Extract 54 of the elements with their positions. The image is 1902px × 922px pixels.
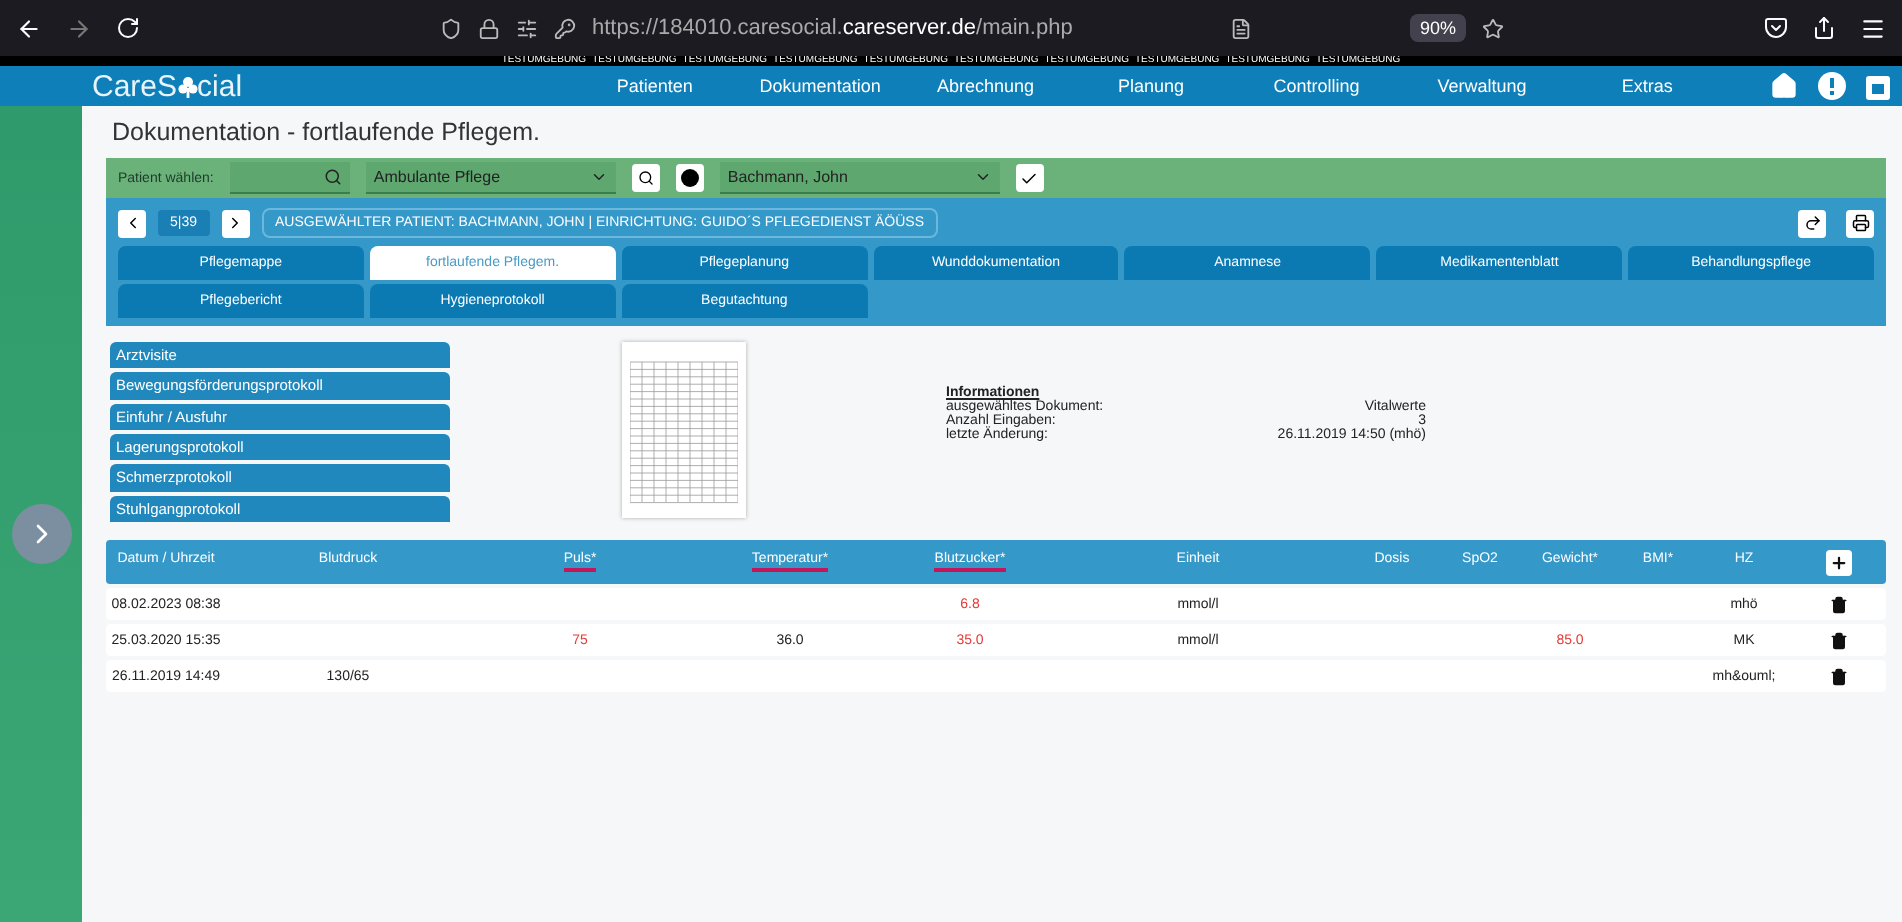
next-button[interactable] (221, 209, 249, 237)
previous-button[interactable] (118, 209, 146, 237)
trash-icon (1829, 667, 1847, 685)
patient-search-field[interactable] (229, 162, 350, 194)
printer-icon (1851, 214, 1869, 232)
share-icon[interactable] (1812, 16, 1836, 40)
delete-button[interactable] (1825, 627, 1851, 653)
redo-icon (1803, 214, 1821, 232)
nav-item[interactable]: Dokumentation (737, 76, 903, 96)
nav-item[interactable]: Patienten (572, 76, 738, 96)
logo-text: cial (197, 69, 243, 103)
add-button[interactable] (1825, 549, 1851, 575)
back-icon[interactable] (16, 15, 42, 41)
pocket-icon[interactable] (1764, 16, 1788, 40)
delete-button[interactable] (1825, 591, 1851, 617)
facility-dropdown[interactable]: Ambulante Pflege (365, 162, 616, 194)
logo-text: CareS (92, 69, 178, 103)
nav-item[interactable]: Planung (1068, 76, 1234, 96)
trash-icon (1829, 631, 1847, 649)
forward-icon[interactable] (66, 15, 92, 41)
nav-item[interactable]: Extras (1564, 76, 1731, 96)
lock-icon (478, 17, 500, 39)
shield-icon (440, 17, 462, 39)
search-icon (323, 168, 342, 186)
caret-icon (589, 168, 608, 186)
home-icon[interactable] (1770, 72, 1799, 100)
confirm-button[interactable] (1015, 164, 1044, 192)
key-icon (554, 17, 576, 39)
star-icon[interactable] (1482, 17, 1504, 39)
record-button[interactable] (675, 164, 704, 192)
patient-dropdown[interactable]: Bachmann, John (719, 162, 1000, 194)
nav-item[interactable]: Controlling (1233, 76, 1400, 96)
logo-icon (177, 75, 198, 97)
caret-icon (973, 168, 992, 186)
plus-icon (1829, 553, 1847, 571)
page-title: Dokumentation - fortlaufende Pflegem. (112, 118, 543, 146)
nav-item[interactable]: Verwaltung (1399, 76, 1565, 96)
delete-button[interactable] (1825, 663, 1851, 689)
alert-icon[interactable] (1818, 72, 1847, 100)
url-text[interactable]: https://184010.caresocial.careserver.de/main.php (592, 16, 1073, 40)
redo-button[interactable] (1798, 209, 1826, 237)
nav-item[interactable]: Abrechnung (902, 76, 1069, 96)
reader-icon[interactable] (1230, 17, 1253, 39)
search-button[interactable] (631, 164, 660, 192)
check-icon (1020, 169, 1039, 187)
search-icon (637, 170, 654, 186)
zoom-level[interactable]: 90% (1409, 14, 1466, 42)
trash-icon (1829, 595, 1847, 613)
document-thumbnail[interactable] (622, 342, 746, 518)
menu-icon[interactable] (1860, 15, 1886, 41)
print-button[interactable] (1846, 209, 1874, 237)
reload-icon[interactable] (116, 16, 140, 40)
permissions-icon (516, 17, 538, 39)
chevron-right-icon (226, 214, 244, 232)
